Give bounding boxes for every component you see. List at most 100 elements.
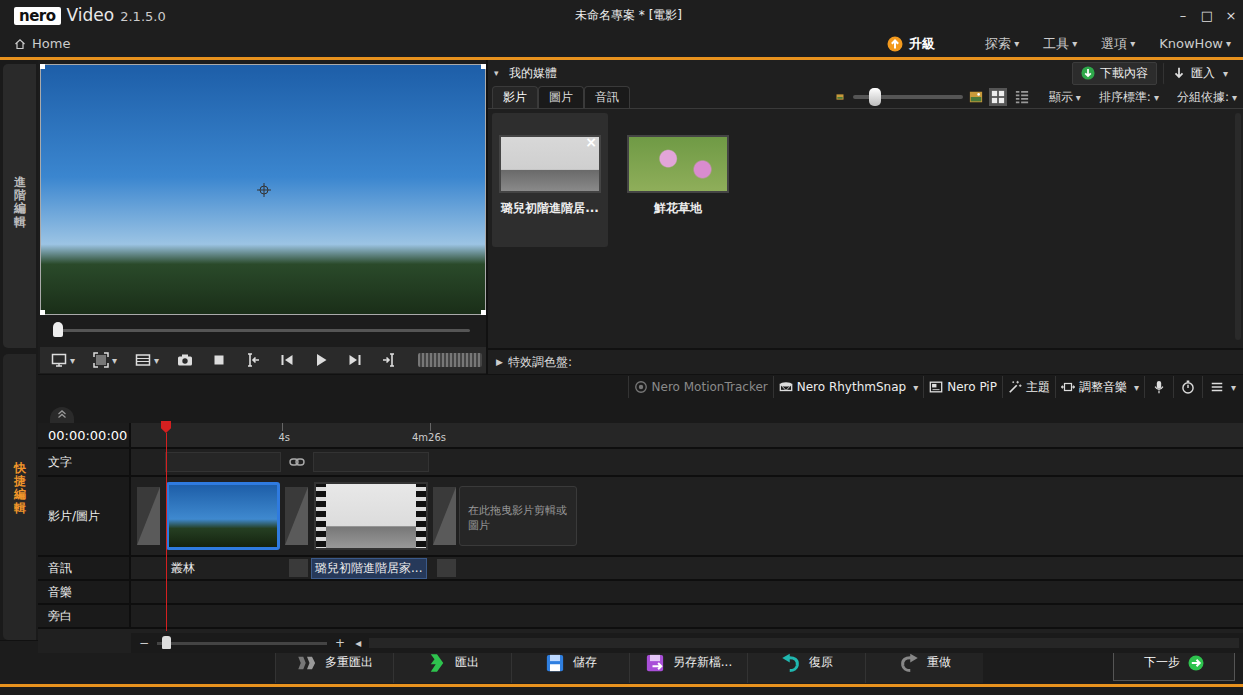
text-slot[interactable] xyxy=(165,452,281,472)
timeline-zoom-slider[interactable] xyxy=(157,642,327,645)
media-tab[interactable]: 音訊 xyxy=(584,86,630,108)
resize-handle[interactable] xyxy=(481,310,486,315)
media-tab[interactable]: 影片 xyxy=(492,86,538,108)
zoom-in-button[interactable]: + xyxy=(333,636,347,650)
clip-thumbnail xyxy=(169,485,277,547)
more-menu-button[interactable]: ▾ xyxy=(1202,376,1243,398)
film-edge xyxy=(416,484,426,548)
media-item[interactable]: 鮮花草地 xyxy=(620,113,736,247)
frames-button[interactable]: ▾ xyxy=(128,349,166,371)
monitor-button[interactable]: ▾ xyxy=(44,349,82,371)
media-item[interactable]: × 璐兒初階進階居... xyxy=(492,113,608,247)
mode-tab[interactable]: 進階編輯 xyxy=(3,64,36,348)
nav-menus: 升級 探索▾ 工具▾ 選項▾ KnowHow▾ xyxy=(887,35,1231,53)
thumbnail-size-slider[interactable] xyxy=(853,95,963,99)
remove-button[interactable]: × xyxy=(585,134,597,150)
narration-track: 旁白 xyxy=(38,605,1243,629)
menu-icon xyxy=(1210,380,1224,394)
resize-handle[interactable] xyxy=(40,64,45,69)
track-label: 影片/圖片 xyxy=(38,477,131,555)
media-title[interactable]: ▾我的媒體 xyxy=(494,65,557,82)
media-grid: × 璐兒初階進階居... 鮮花草地 xyxy=(488,109,1243,344)
import-button[interactable]: 匯入▾ xyxy=(1163,62,1237,85)
window-control-button[interactable]: × xyxy=(1219,4,1243,27)
view-option-dropdown[interactable]: 顯示▾ xyxy=(1049,89,1081,106)
prev-frame-button[interactable] xyxy=(272,349,302,371)
collapse-button[interactable] xyxy=(50,407,74,423)
slider-knob[interactable] xyxy=(869,88,881,106)
duration-button[interactable] xyxy=(1173,376,1202,398)
scrubber-knob[interactable] xyxy=(53,322,63,337)
view-option-dropdown[interactable]: 分組依據:▾ xyxy=(1177,89,1237,106)
resize-handle[interactable] xyxy=(481,64,486,69)
record-voice-button[interactable] xyxy=(1144,376,1173,398)
play-button[interactable] xyxy=(306,349,336,371)
mark-in-button[interactable] xyxy=(238,349,268,371)
tool-button[interactable]: Nero RhythmSnap▾ xyxy=(773,376,923,398)
transition-icon xyxy=(285,487,308,545)
transition-slot[interactable] xyxy=(283,487,311,545)
ruler-tick: 4m26s xyxy=(311,423,431,431)
media-panel: ▾我的媒體 下載內容 匯入▾ 影片圖片音訊 顯示▾ 排序標準:▾ 分組依據:▾ × … xyxy=(486,60,1243,374)
playhead[interactable] xyxy=(160,421,172,631)
home-button[interactable]: Home xyxy=(14,36,70,51)
grid-view-icon xyxy=(991,90,1005,104)
stop-button[interactable] xyxy=(204,349,234,371)
nav-menu[interactable]: KnowHow▾ xyxy=(1159,36,1231,51)
adjust-music-icon xyxy=(1061,380,1075,394)
fullscreen-button[interactable]: ▾ xyxy=(86,349,124,371)
img-small-icon xyxy=(833,90,847,104)
list-view-button[interactable] xyxy=(1013,88,1031,106)
nav-menu[interactable]: 選項▾ xyxy=(1101,35,1135,53)
pip-icon xyxy=(929,380,943,394)
tool-button[interactable]: Nero PiP xyxy=(923,376,1002,398)
transition-slot[interactable] xyxy=(431,487,459,545)
nav-bar: Home 升級 探索▾ 工具▾ 選項▾ KnowHow▾ xyxy=(0,30,1243,60)
app-name: Video xyxy=(67,5,115,25)
audio-transition-slot[interactable] xyxy=(437,559,456,577)
tool-button[interactable]: Nero MotionTracker xyxy=(628,376,773,398)
timeline-ruler-row: 00:00:00:00 4s 4m26s xyxy=(38,423,1243,449)
track-label: 文字 xyxy=(38,449,131,475)
upgrade-button[interactable]: 升級 xyxy=(887,35,935,53)
crosshair-icon xyxy=(257,183,271,197)
export-icon xyxy=(427,653,447,673)
home-icon xyxy=(14,38,26,50)
timeline-clip[interactable] xyxy=(166,482,280,550)
mark-out-button[interactable] xyxy=(374,349,404,371)
mode-tab[interactable]: 快捷編輯 xyxy=(3,354,36,640)
timeline: 00:00:00:00 4s 4m26s 文字 影片/圖片 在此拖曳影片剪輯或圖… xyxy=(38,399,1243,653)
download-button[interactable]: 下載內容 xyxy=(1072,62,1157,85)
slider-knob[interactable] xyxy=(162,636,171,649)
effects-palette-header[interactable]: ▶特效調色盤: xyxy=(488,348,1243,374)
grid-view-button[interactable] xyxy=(989,88,1007,106)
audio-transition-slot[interactable] xyxy=(289,559,308,577)
transition-slot[interactable] xyxy=(131,487,163,545)
nav-menu[interactable]: 探索▾ xyxy=(985,35,1019,53)
window-control-button[interactable]: – xyxy=(1171,4,1195,27)
timeline-clip[interactable] xyxy=(314,482,428,550)
timeline-scrollbar[interactable] xyxy=(369,638,1239,648)
media-tab[interactable]: 圖片 xyxy=(538,86,584,108)
scroll-left-button[interactable]: ◂ xyxy=(353,636,363,650)
view-option-dropdown[interactable]: 排序標準:▾ xyxy=(1099,89,1159,106)
resize-handle[interactable] xyxy=(40,310,45,315)
nero-logo: nero xyxy=(14,7,61,25)
preview-scrubber[interactable] xyxy=(40,315,486,345)
text-slot[interactable] xyxy=(313,452,429,472)
tool-button[interactable]: 主題 xyxy=(1002,376,1055,398)
jog-wheel[interactable] xyxy=(418,353,482,367)
clip-drop-zone[interactable]: 在此拖曳影片剪輯或圖片 xyxy=(459,486,577,546)
bottom-border xyxy=(0,684,1243,687)
media-header: ▾我的媒體 下載內容 匯入▾ xyxy=(488,60,1243,86)
content-area: ▾▾▾ ▾我的媒體 下載內容 匯入▾ 影片圖片音訊 顯示▾排序標準:▾分組依據:… xyxy=(38,60,1243,640)
next-frame-button[interactable] xyxy=(340,349,370,371)
tool-button[interactable]: 調整音樂▾ xyxy=(1055,376,1144,398)
camera-button[interactable] xyxy=(170,349,200,371)
zoom-out-button[interactable]: − xyxy=(137,636,151,650)
scrollbar[interactable] xyxy=(1235,113,1241,340)
window-control-button[interactable]: □ xyxy=(1195,4,1219,27)
current-time: 00:00:00:00 xyxy=(38,423,131,447)
audio-clip[interactable]: 璐兒初階進階居家... xyxy=(311,558,427,579)
nav-menu[interactable]: 工具▾ xyxy=(1043,35,1077,53)
